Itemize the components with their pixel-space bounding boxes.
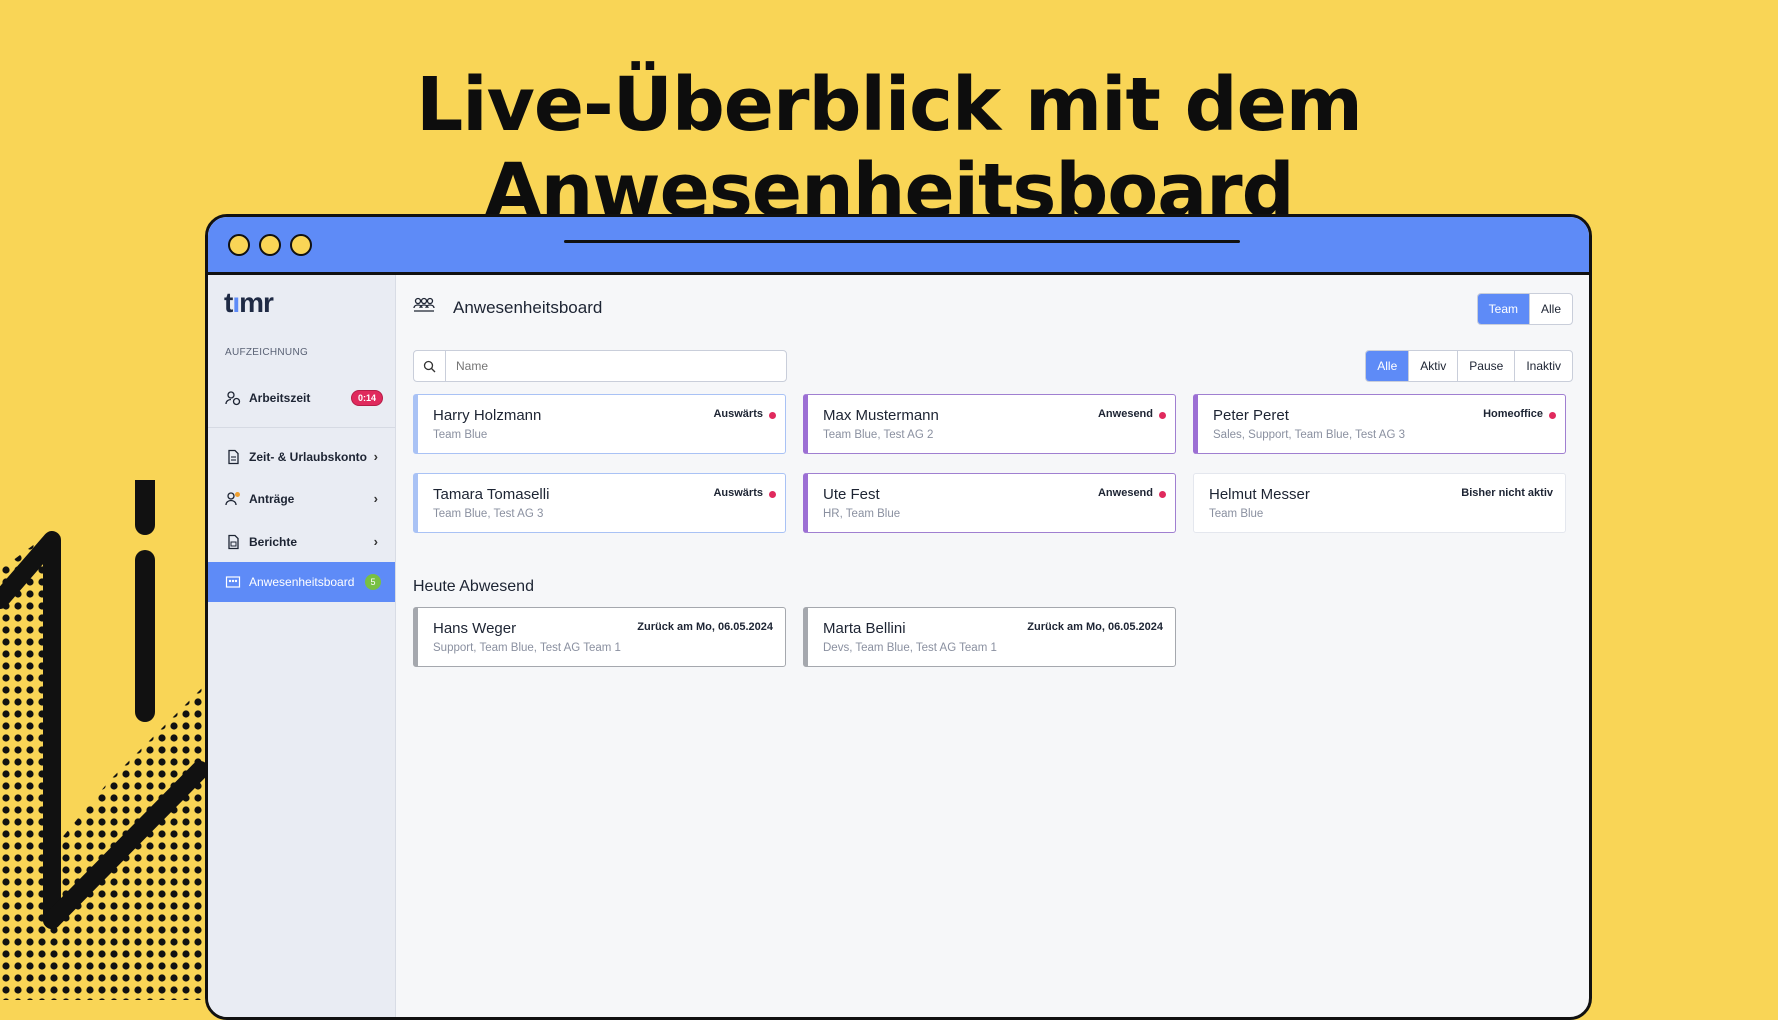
status-label: Anwesend [1097,408,1153,420]
chevron-right-icon: › [373,449,378,464]
page-title: Anwesenheitsboard [453,298,603,317]
sidebar-item-berichte[interactable]: Berichte › [208,522,395,562]
board-icon [225,574,241,590]
status-filter: Alle Aktiv Pause Inaktiv [1365,350,1573,382]
person-name: Ute Fest [823,486,880,503]
scope-toggle: Team Alle [1476,293,1573,325]
sidebar-item-antraege[interactable]: Anträge › [208,479,395,519]
count-badge: 5 [365,574,381,590]
person-card[interactable]: Helmut Messer Team Blue Bisher nicht akt… [1193,473,1566,533]
board-icon [413,297,435,312]
filter-inaktiv-button[interactable]: Inaktiv [1514,351,1572,381]
status-dot [769,491,776,498]
decorative-graphic [0,480,210,1000]
status-dot [1159,412,1166,419]
window-close-dot[interactable] [228,234,250,256]
person-teams: Sales, Support, Team Blue, Test AG 3 [1213,429,1405,441]
sidebar-item-anwesenheitsboard[interactable]: Anwesenheitsboard 5 [208,562,395,602]
filter-aktiv-button[interactable]: Aktiv [1408,351,1457,381]
person-name: Harry Holzmann [433,407,542,424]
person-name: Helmut Messer [1209,486,1310,503]
search-box [413,350,787,382]
user-clock-icon [225,390,241,406]
person-teams: Team Blue [1209,508,1264,520]
person-name: Peter Peret [1213,407,1289,424]
status-dot [769,412,776,419]
search-input[interactable] [446,351,786,381]
status-label: Homeoffice [1483,408,1543,420]
sidebar-item-label: Zeit- & Urlaubskonto [249,450,368,464]
sidebar-item-zeitkonto[interactable]: Zeit- & Urlaubskonto › [208,437,395,477]
person-card[interactable]: Harry Holzmann Team Blue Auswärts [413,394,786,454]
person-name: Hans Weger [433,620,517,637]
person-card[interactable]: Peter Peret Sales, Support, Team Blue, T… [1193,394,1566,454]
headline: Live-Überblick mit dem Anwesenheitsboard [416,62,1363,234]
person-teams: Team Blue [433,429,488,441]
report-icon [225,534,241,550]
sidebar: tımr AUFZEICHNUNG Arbeitszeit 0:14 Zeit-… [208,275,396,1017]
search-icon [414,351,446,381]
filter-alle-button[interactable]: Alle [1366,351,1409,381]
status-label: Bisher nicht aktiv [1461,487,1553,499]
person-name: Tamara Tomaselli [433,486,550,503]
window-minimize-dot[interactable] [259,234,281,256]
user-request-icon [225,491,241,507]
address-bar[interactable] [564,240,1240,243]
section-label: AUFZEICHNUNG [225,347,309,358]
chevron-right-icon: › [373,534,378,549]
chevron-right-icon: › [373,491,378,506]
status-dot [1159,491,1166,498]
person-card[interactable]: Ute Fest HR, Team Blue Anwesend [803,473,1176,533]
sidebar-item-label: Anwesenheitsboard [249,575,355,589]
person-teams: Team Blue, Test AG 3 [433,508,544,520]
absent-section-title: Heute Abwesend [413,578,534,595]
person-teams: HR, Team Blue [823,508,901,520]
person-card[interactable]: Tamara Tomaselli Team Blue, Test AG 3 Au… [413,473,786,533]
status-label: Auswärts [713,408,763,420]
sidebar-item-label: Berichte [249,535,298,549]
absent-card[interactable]: Marta Bellini Devs, Team Blue, Test AG T… [803,607,1176,667]
document-icon [225,449,241,465]
person-teams: Devs, Team Blue, Test AG Team 1 [823,642,997,654]
browser-titlebar [208,217,1589,275]
sidebar-item-label: Arbeitszeit [249,391,311,405]
browser-window: tımr AUFZEICHNUNG Arbeitszeit 0:14 Zeit-… [205,214,1592,1020]
scope-team-button[interactable]: Team [1477,294,1529,324]
scope-alle-button[interactable]: Alle [1528,294,1572,324]
person-card[interactable]: Max Mustermann Team Blue, Test AG 2 Anwe… [803,394,1176,454]
filter-pause-button[interactable]: Pause [1457,351,1514,381]
window-maximize-dot[interactable] [290,234,312,256]
timr-logo[interactable]: tımr [224,287,274,319]
person-teams: Team Blue, Test AG 2 [823,429,934,441]
sidebar-item-arbeitszeit[interactable]: Arbeitszeit 0:14 [208,378,395,418]
sidebar-item-label: Anträge [249,492,295,506]
person-name: Marta Bellini [823,620,906,637]
timer-badge: 0:14 [350,390,383,406]
return-date: Zurück am Mo, 06.05.2024 [637,621,773,633]
divider [208,427,395,428]
absent-card[interactable]: Hans Weger Support, Team Blue, Test AG T… [413,607,786,667]
person-teams: Support, Team Blue, Test AG Team 1 [433,642,621,654]
main-content: Anwesenheitsboard Team Alle Alle Aktiv P… [396,275,1589,1017]
status-label: Anwesend [1097,487,1153,499]
return-date: Zurück am Mo, 06.05.2024 [1027,621,1163,633]
status-label: Auswärts [713,487,763,499]
status-dot [1549,412,1556,419]
person-name: Max Mustermann [823,407,939,424]
